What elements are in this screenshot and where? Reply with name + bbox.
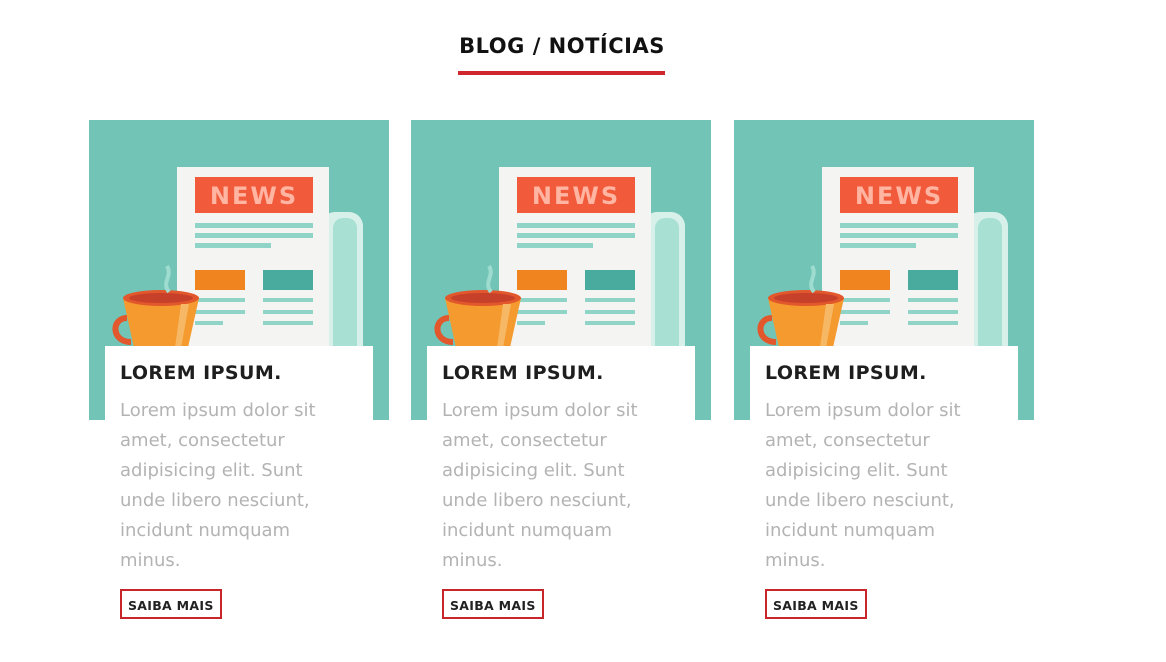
- excerpt-line: unde libero nesciunt,: [765, 490, 955, 511]
- excerpt-line: incidunt numquam: [120, 520, 291, 541]
- excerpt-line: adipisicing elit. Sunt: [442, 460, 625, 481]
- section-title: BLOG / NOTÍCIAS: [459, 34, 665, 58]
- excerpt-line: incidunt numquam: [442, 520, 613, 541]
- card-excerpt: Lorem ipsum dolor sit amet, consectetur ad…: [442, 396, 692, 576]
- card-title[interactable]: LOREM IPSUM.: [765, 362, 927, 384]
- blog-card: NEWS LOREM IPSUM. Lorem ipsum dolor sit am…: [89, 120, 389, 640]
- title-underline: [458, 71, 665, 75]
- saiba-mais-button[interactable]: SAIBA MAIS: [765, 589, 867, 619]
- card-excerpt: Lorem ipsum dolor sit amet, consectetur ad…: [120, 396, 370, 576]
- card-body: LOREM IPSUM. Lorem ipsum dolor sit amet, c…: [750, 346, 1018, 640]
- card-title[interactable]: LOREM IPSUM.: [120, 362, 282, 384]
- excerpt-line: minus.: [120, 550, 181, 571]
- excerpt-line: unde libero nesciunt,: [442, 490, 632, 511]
- excerpt-line: Lorem ipsum dolor sit: [120, 400, 316, 421]
- excerpt-line: amet, consectetur: [120, 430, 285, 451]
- card-body: LOREM IPSUM. Lorem ipsum dolor sit amet, c…: [105, 346, 373, 640]
- excerpt-line: minus.: [442, 550, 503, 571]
- excerpt-line: unde libero nesciunt,: [120, 490, 310, 511]
- saiba-mais-button[interactable]: SAIBA MAIS: [120, 589, 222, 619]
- blog-card: NEWS LOREM IPSUM. Lorem ipsum dolor sit am…: [411, 120, 711, 640]
- news-banner-text: NEWS: [210, 182, 298, 210]
- blog-card: NEWS LOREM IPSUM. Lorem ipsum dolor sit am…: [734, 120, 1034, 640]
- excerpt-line: Lorem ipsum dolor sit: [442, 400, 638, 421]
- card-body: LOREM IPSUM. Lorem ipsum dolor sit amet, c…: [427, 346, 695, 640]
- saiba-mais-button[interactable]: SAIBA MAIS: [442, 589, 544, 619]
- card-excerpt: Lorem ipsum dolor sit amet, consectetur ad…: [765, 396, 1015, 576]
- card-title[interactable]: LOREM IPSUM.: [442, 362, 604, 384]
- news-banner-text: NEWS: [532, 182, 620, 210]
- excerpt-line: amet, consectetur: [442, 430, 607, 451]
- excerpt-line: amet, consectetur: [765, 430, 930, 451]
- excerpt-line: adipisicing elit. Sunt: [765, 460, 948, 481]
- excerpt-line: adipisicing elit. Sunt: [120, 460, 303, 481]
- excerpt-line: Lorem ipsum dolor sit: [765, 400, 961, 421]
- excerpt-line: incidunt numquam: [765, 520, 936, 541]
- news-banner-text: NEWS: [855, 182, 943, 210]
- excerpt-line: minus.: [765, 550, 826, 571]
